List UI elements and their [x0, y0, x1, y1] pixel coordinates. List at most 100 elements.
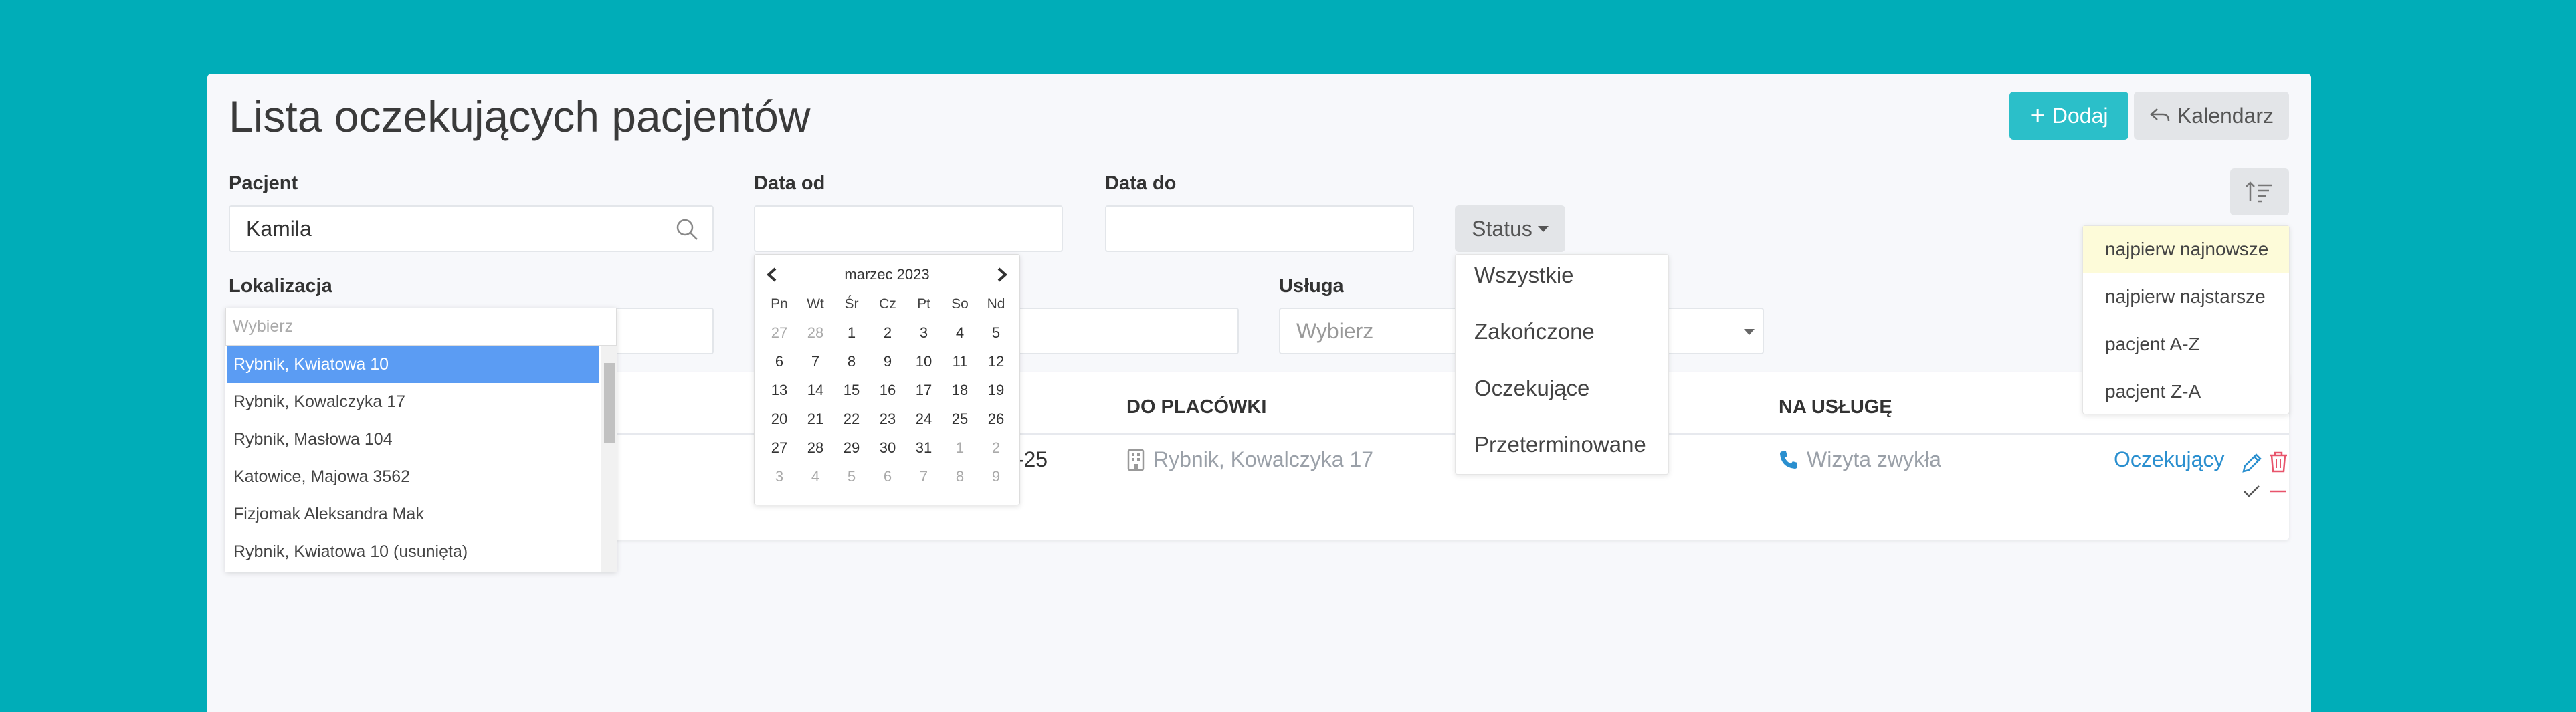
weekday-label: Cz: [879, 295, 896, 312]
datepicker-day[interactable]: 1: [833, 318, 870, 347]
datepicker-day[interactable]: 2: [870, 318, 906, 347]
phone-icon: [1780, 451, 1797, 469]
weekday-label: So: [951, 295, 969, 312]
sort-option-newest[interactable]: najpierw najnowsze: [2083, 226, 2289, 273]
scrollbar-thumb[interactable]: [604, 363, 615, 443]
datepicker-day[interactable]: 27: [761, 433, 797, 462]
datepicker-day[interactable]: 21: [797, 404, 833, 433]
location-option[interactable]: Katowice, Majowa 3562: [227, 458, 599, 495]
check-icon[interactable]: [2240, 479, 2264, 503]
location-option[interactable]: Rybnik, Kwiatowa 10 (usunięta): [227, 533, 599, 570]
datepicker-day[interactable]: 28: [797, 433, 833, 462]
datepicker-header: marzec 2023: [755, 261, 1019, 288]
weekday-label: Nd: [987, 295, 1005, 312]
status-dropdown-button[interactable]: Status: [1455, 205, 1565, 252]
weekday-label: Wt: [807, 295, 824, 312]
datepicker-day[interactable]: 8: [833, 347, 870, 376]
row-service: Wizyta zwykła: [1779, 447, 1941, 472]
caret-down-icon: [1744, 329, 1755, 335]
datepicker-day[interactable]: 6: [870, 462, 906, 491]
datepicker-day[interactable]: 2: [978, 433, 1014, 462]
caret-down-icon: [1537, 225, 1549, 232]
datepicker-day[interactable]: 12: [978, 347, 1014, 376]
header-service: NA USŁUGĘ: [1779, 396, 1892, 418]
location-scrollbar[interactable]: [601, 346, 617, 572]
calendar-button[interactable]: Kalendarz: [2134, 92, 2289, 140]
datepicker-day[interactable]: 16: [870, 376, 906, 404]
datepicker-day[interactable]: 13: [761, 376, 797, 404]
datepicker-day[interactable]: 5: [978, 318, 1014, 347]
weekday-label: Pt: [917, 295, 930, 312]
location-option[interactable]: Rybnik, Kwiatowa 10: [227, 346, 599, 383]
datepicker-day[interactable]: 31: [906, 433, 942, 462]
header-facility: DO PLACÓWKI: [1126, 396, 1267, 418]
chevron-right-icon[interactable]: [995, 267, 1009, 283]
location-option[interactable]: Rybnik, Kowalczyka 17: [227, 383, 599, 421]
date-from-input[interactable]: [754, 205, 1063, 252]
sort-icon: [2246, 181, 2272, 203]
datepicker-day[interactable]: 27: [761, 318, 797, 347]
location-option[interactable]: Rybnik, Masłowa 104: [227, 421, 599, 458]
datepicker-day[interactable]: 3: [906, 318, 942, 347]
sort-dropdown: najpierw najnowsze najpierw najstarsze p…: [2082, 225, 2290, 414]
datepicker-day[interactable]: 28: [797, 318, 833, 347]
datepicker-day[interactable]: 22: [833, 404, 870, 433]
status-option-expired[interactable]: Przeterminowane: [1474, 432, 1646, 457]
plus-icon: +: [2029, 101, 2046, 130]
datepicker-day[interactable]: 11: [942, 347, 978, 376]
datepicker-day[interactable]: 1: [942, 433, 978, 462]
sort-option-patient-az[interactable]: pacjent A-Z: [2083, 321, 2289, 368]
datepicker-day[interactable]: 4: [797, 462, 833, 491]
datepicker-day[interactable]: 18: [942, 376, 978, 404]
datepicker-day[interactable]: 19: [978, 376, 1014, 404]
datepicker-day[interactable]: 7: [797, 347, 833, 376]
datepicker-day[interactable]: 10: [906, 347, 942, 376]
datepicker-month-title[interactable]: marzec 2023: [844, 266, 929, 283]
datepicker-day[interactable]: 14: [797, 376, 833, 404]
datepicker-day[interactable]: 20: [761, 404, 797, 433]
minus-icon[interactable]: [2266, 479, 2290, 503]
status-dropdown: Wszystkie Zakończone Oczekujące Przeterm…: [1455, 254, 1669, 475]
date-to-input[interactable]: [1105, 205, 1414, 252]
datepicker-day[interactable]: 8: [942, 462, 978, 491]
datepicker-day[interactable]: 7: [906, 462, 942, 491]
location-label: Lokalizacja: [229, 275, 332, 297]
datepicker-day[interactable]: 6: [761, 347, 797, 376]
datepicker-day[interactable]: 17: [906, 376, 942, 404]
service-label: Usługa: [1279, 275, 1344, 297]
datepicker-day[interactable]: 15: [833, 376, 870, 404]
location-search-input[interactable]: Wybierz: [225, 308, 617, 346]
search-icon: [676, 219, 698, 240]
add-button[interactable]: + Dodaj: [2009, 92, 2128, 140]
location-dropdown: Wybierz Rybnik, Kwiatowa 10 Rybnik, Kowa…: [225, 308, 617, 572]
datepicker-day[interactable]: 9: [978, 462, 1014, 491]
sort-option-patient-za[interactable]: pacjent Z-A: [2083, 368, 2289, 415]
datepicker-day[interactable]: 23: [870, 404, 906, 433]
chevron-left-icon[interactable]: [765, 267, 779, 283]
status-option-pending[interactable]: Oczekujące: [1474, 376, 1589, 401]
datepicker-day[interactable]: 4: [942, 318, 978, 347]
waiting-list-panel: Lista oczekujących pacjentów + Dodaj Kal…: [207, 74, 2311, 712]
datepicker-day[interactable]: 25: [942, 404, 978, 433]
edit-pencil-icon[interactable]: [2240, 451, 2264, 475]
date-to-label: Data do: [1105, 172, 1177, 194]
datepicker-day[interactable]: 5: [833, 462, 870, 491]
row-facility: Rybnik, Kowalczyka 17: [1126, 447, 1373, 472]
datepicker-grid: Pn Wt Śr Cz Pt So Nd 27 28 1 2 3 4 5 6 7 8 9 10 11 12 13 14 15 1…: [761, 289, 1014, 491]
location-option[interactable]: Fizjomak Aleksandra Mak: [227, 495, 599, 533]
datepicker-day[interactable]: 3: [761, 462, 797, 491]
sort-option-oldest[interactable]: najpierw najstarsze: [2083, 273, 2289, 320]
weekday-label: Śr: [844, 295, 859, 312]
trash-icon[interactable]: [2266, 450, 2290, 474]
sort-button[interactable]: [2230, 168, 2289, 215]
status-option-finished[interactable]: Zakończone: [1474, 319, 1595, 344]
status-option-all[interactable]: Wszystkie: [1474, 263, 1574, 288]
row-status-link[interactable]: Oczekujący: [2114, 447, 2224, 472]
datepicker-day[interactable]: 24: [906, 404, 942, 433]
datepicker-day[interactable]: 9: [870, 347, 906, 376]
hidden-filter-input[interactable]: [1010, 308, 1239, 354]
patient-search-input[interactable]: Kamila: [229, 205, 714, 252]
datepicker-day[interactable]: 30: [870, 433, 906, 462]
datepicker-day[interactable]: 26: [978, 404, 1014, 433]
datepicker-day[interactable]: 29: [833, 433, 870, 462]
